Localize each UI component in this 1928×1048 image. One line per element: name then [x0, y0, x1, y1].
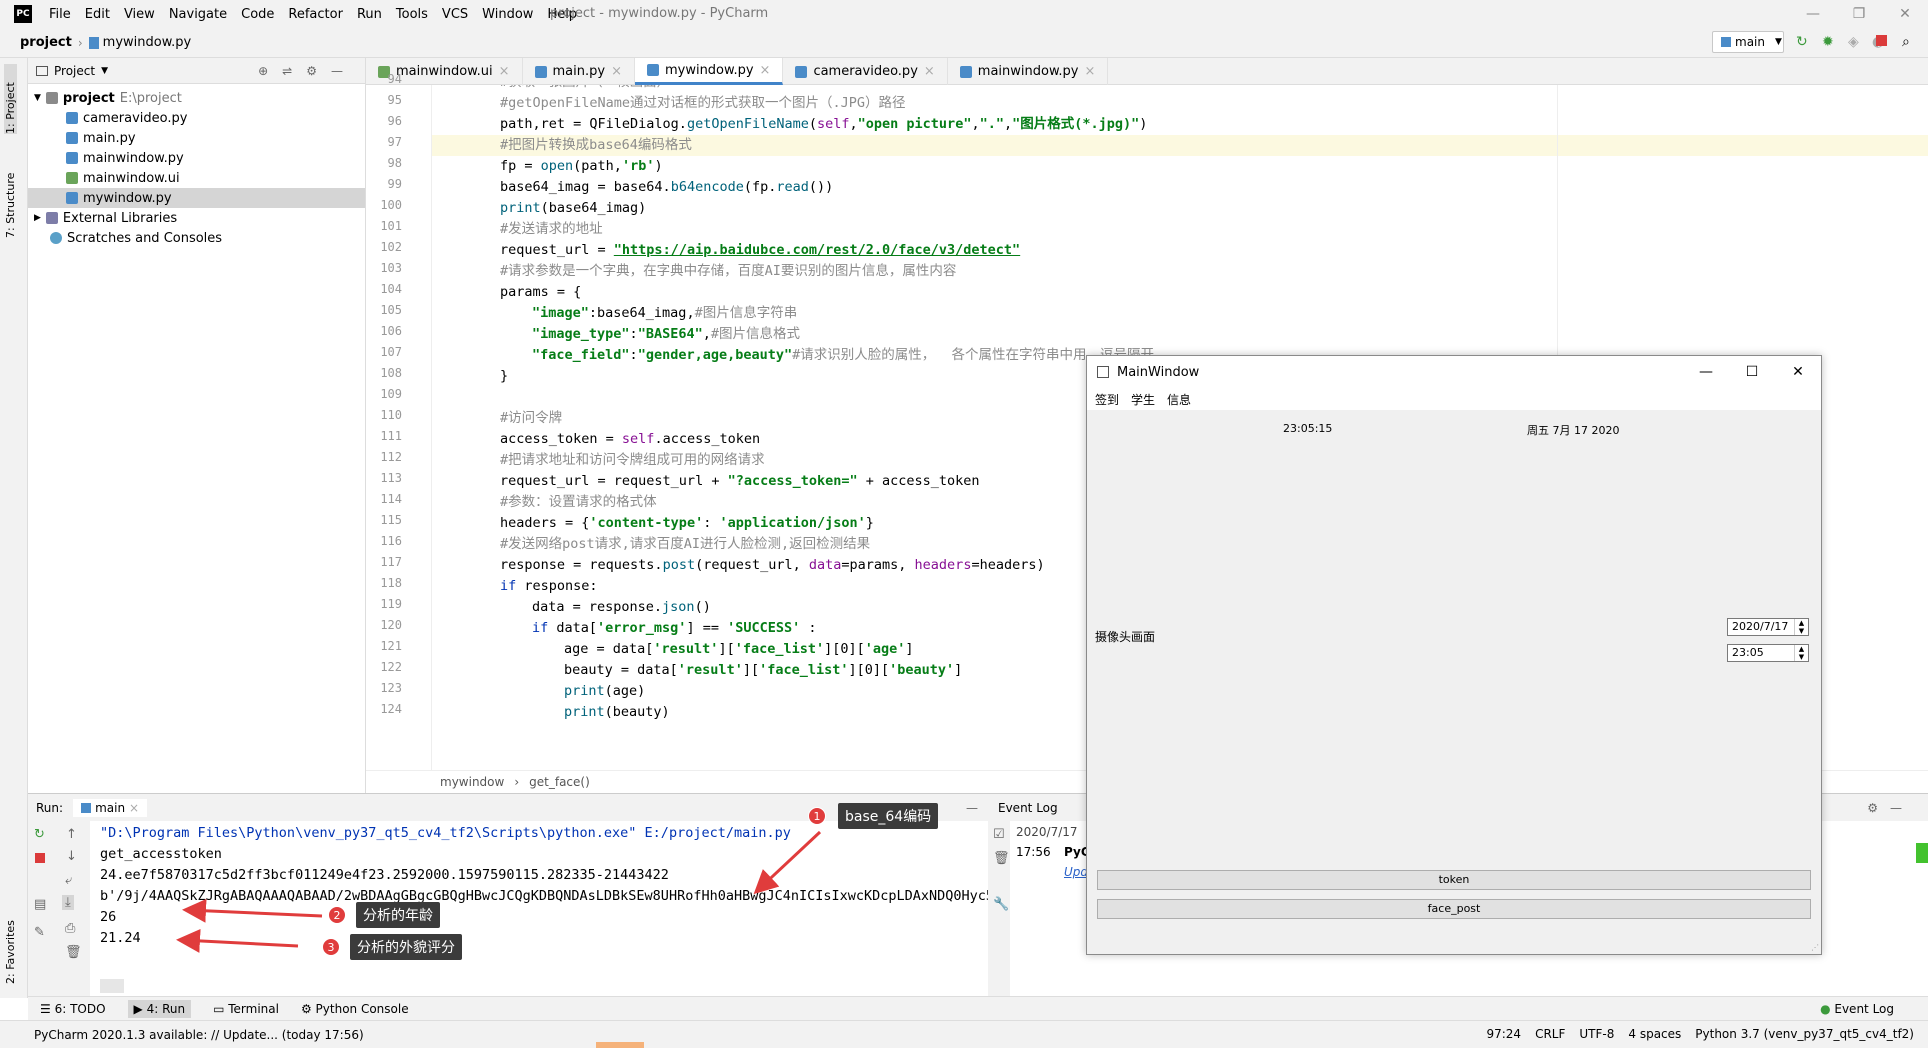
- annotation-badge: 1: [808, 807, 826, 825]
- arrow-1: [753, 830, 822, 895]
- annotation-callout: 分析的外貌评分: [350, 934, 462, 960]
- annotation-callout: 分析的年龄: [356, 902, 440, 928]
- annotation-badge: 2: [328, 906, 346, 924]
- annotation-badge: 3: [322, 938, 340, 956]
- annotation-callout: base_64编码: [838, 803, 939, 829]
- pycharm-window: PC File Edit View Navigate Code Refactor…: [0, 0, 1928, 1048]
- arrow-3: [176, 928, 299, 953]
- annotation-arrows: [176, 830, 822, 953]
- arrow-2: [182, 898, 323, 923]
